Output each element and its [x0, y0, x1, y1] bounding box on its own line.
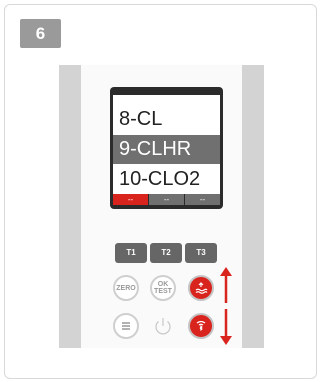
up-arrow-icon — [220, 267, 232, 303]
bluetooth-icon — [196, 320, 206, 332]
softkey-bar: -- -- -- — [113, 194, 220, 205]
t3-button[interactable]: T3 — [185, 243, 217, 263]
test-label: TEST — [154, 288, 172, 295]
zero-button[interactable]: ZERO — [113, 275, 139, 301]
softkey-2[interactable]: -- — [149, 194, 184, 205]
t1-button[interactable]: T1 — [115, 243, 147, 263]
device-screen: 8-CL 9-CLHR 10-CLO2 -- -- -- — [110, 87, 223, 209]
softkey-1[interactable]: -- — [113, 194, 148, 205]
water-level-icon — [195, 282, 208, 294]
screen-display: 8-CL 9-CLHR 10-CLO2 -- -- -- — [113, 95, 220, 205]
menu-item-8-cl[interactable]: 8-CL — [113, 105, 220, 134]
t2-button[interactable]: T2 — [150, 243, 182, 263]
water-level-button[interactable] — [188, 275, 214, 301]
menu-icon — [122, 322, 130, 330]
power-icon — [155, 318, 171, 335]
menu-item-9-clhr-selected[interactable]: 9-CLHR — [113, 135, 220, 164]
ok-label: OK — [157, 281, 169, 288]
ok-test-button[interactable]: OK TEST — [150, 275, 176, 301]
step-number-badge: 6 — [20, 19, 61, 48]
power-button[interactable] — [151, 314, 175, 343]
menu-button[interactable] — [113, 313, 139, 339]
softkey-3[interactable]: -- — [185, 194, 220, 205]
down-arrow-icon — [220, 309, 232, 345]
menu-item-10-clo2[interactable]: 10-CLO2 — [113, 165, 220, 194]
bluetooth-button[interactable] — [188, 313, 214, 339]
